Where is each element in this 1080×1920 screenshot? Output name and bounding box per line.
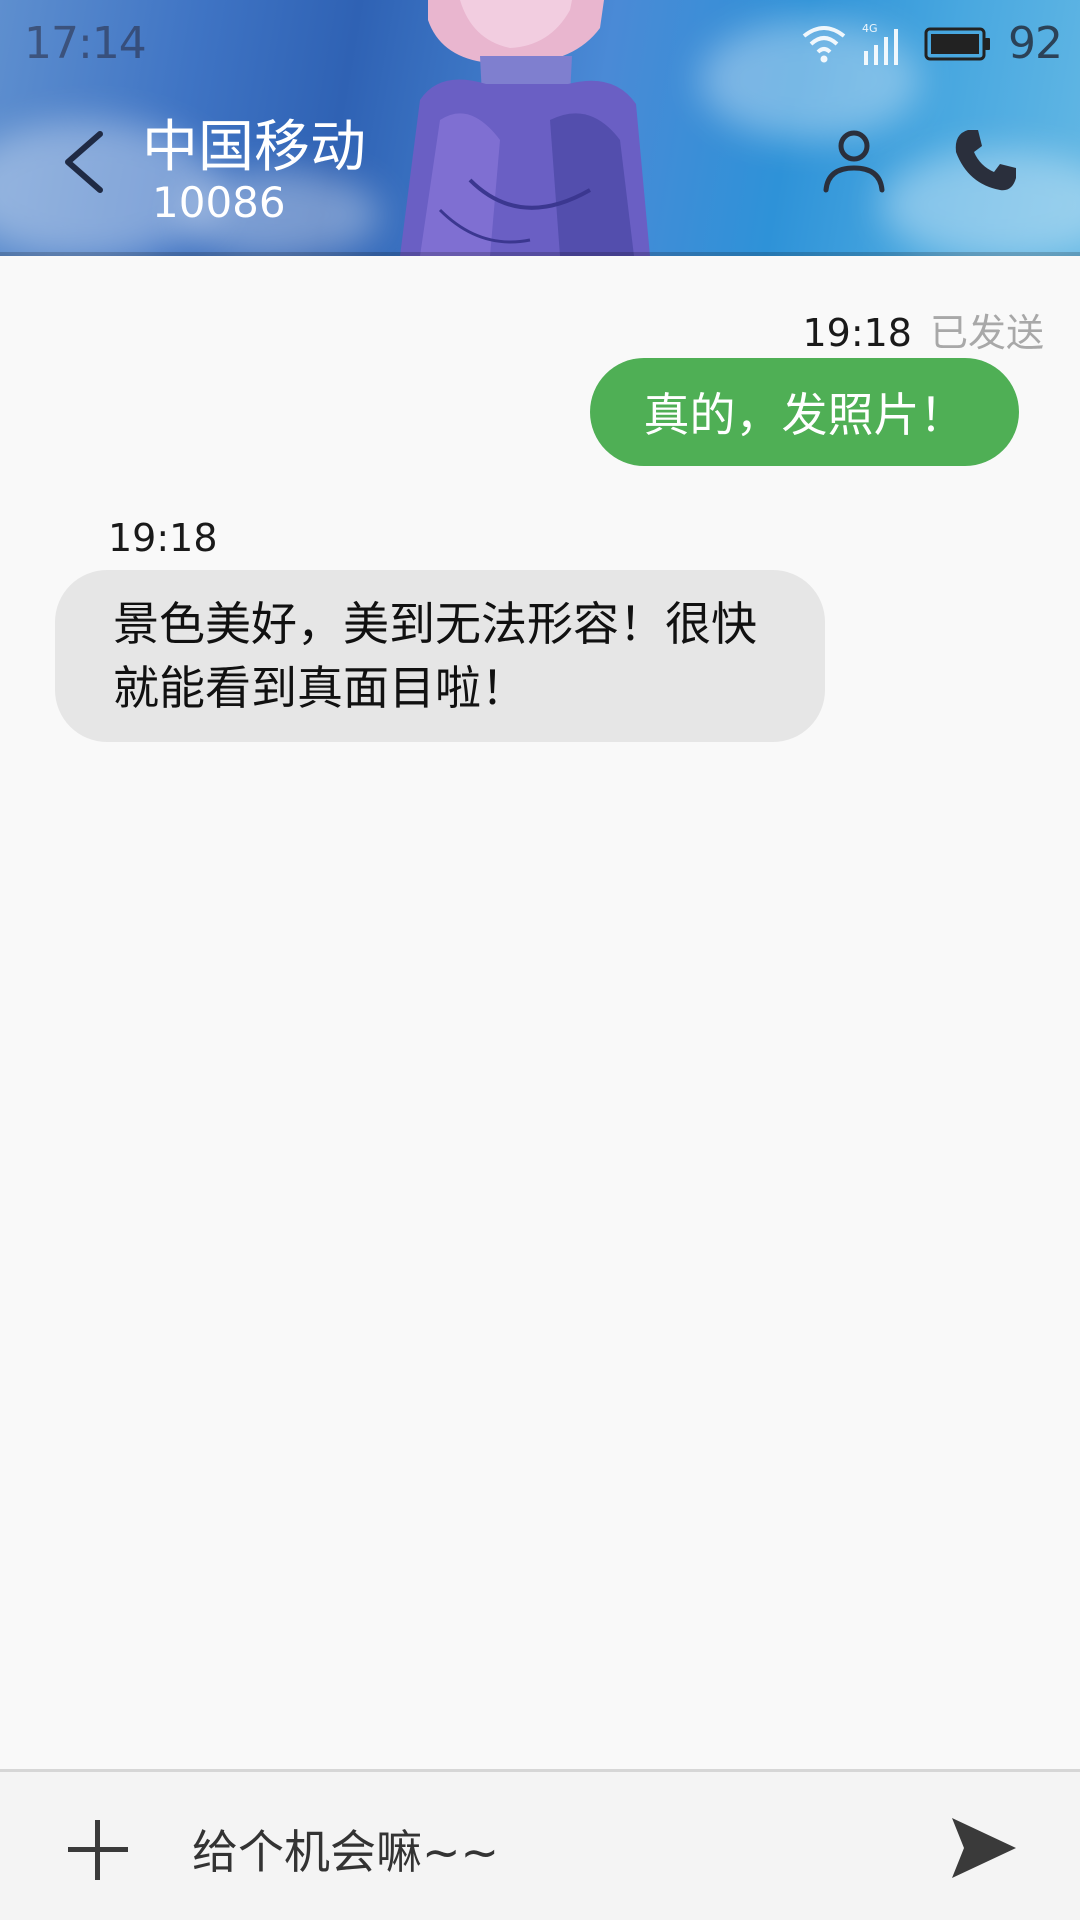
contact-name: 中国移动 bbox=[142, 115, 366, 180]
network-type-label: 4G bbox=[862, 22, 878, 35]
wifi-icon bbox=[802, 25, 846, 62]
sent-message-status: 已发送 bbox=[929, 311, 1044, 355]
sent-message-time: 19:18 bbox=[802, 311, 912, 355]
cellular-signal-icon: 4G bbox=[862, 22, 898, 65]
add-attachment-button[interactable] bbox=[64, 1816, 132, 1884]
battery-level: 92 bbox=[1008, 18, 1063, 69]
contact-button[interactable] bbox=[818, 124, 890, 196]
plus-icon bbox=[68, 1820, 128, 1880]
call-button[interactable] bbox=[950, 124, 1022, 196]
contact-number: 10086 bbox=[152, 178, 286, 227]
conversation-header: 17:14 4G 92 中国移动 10086 bbox=[0, 0, 1080, 256]
chevron-left-icon bbox=[65, 131, 103, 193]
received-message-time: 19:18 bbox=[108, 516, 218, 560]
status-icons: 4G 92 bbox=[802, 18, 1063, 69]
battery-icon bbox=[924, 27, 990, 60]
message-input[interactable] bbox=[190, 1798, 894, 1900]
phone-icon bbox=[955, 130, 1016, 191]
sent-message-bubble[interactable]: 真的，发照片！ bbox=[590, 358, 1019, 466]
status-time: 17:14 bbox=[24, 18, 147, 69]
header-divider bbox=[0, 252, 1080, 256]
message-composer bbox=[0, 1769, 1080, 1920]
sent-message-meta: 19:18 已发送 bbox=[802, 302, 1044, 357]
person-icon bbox=[823, 130, 885, 193]
send-icon bbox=[952, 1818, 1016, 1878]
back-button[interactable] bbox=[52, 120, 112, 204]
send-button[interactable] bbox=[948, 1812, 1020, 1884]
received-message-bubble[interactable]: 景色美好，美到无法形容！很快就能看到真面目啦！ bbox=[55, 570, 825, 742]
status-bar: 17:14 4G 92 bbox=[0, 0, 1080, 88]
